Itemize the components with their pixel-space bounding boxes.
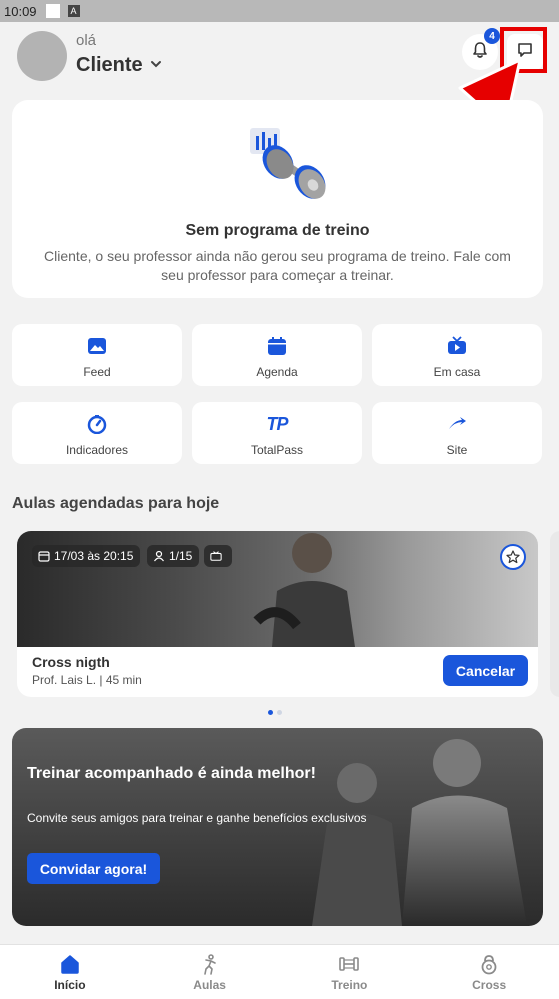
status-bar: 10:09 A [0,0,559,22]
class-photo: 17/03 às 20:15 1/15 [17,531,538,647]
app-notification-icon: A [67,5,80,17]
calendar-icon [38,551,50,562]
dumbbell-icon [280,953,420,975]
person-exercise-icon [140,953,280,975]
invite-now-button[interactable]: Convidar agora! [27,853,160,884]
shortcut-label: Agenda [256,365,298,379]
shortcut-indicadores[interactable]: Indicadores [12,402,182,464]
class-datetime: 17/03 às 20:15 [54,549,134,563]
carousel-dot-active[interactable] [268,710,273,715]
totalpass-logo-icon: TP [192,411,362,437]
class-capacity-chip: 1/15 [147,545,199,567]
class-online-chip [204,545,232,567]
class-capacity: 1/15 [169,549,193,563]
athlete-photo [253,533,355,647]
nav-item-aulas[interactable]: Aulas [140,945,280,999]
class-name: Cross nigth [32,654,110,670]
image-icon [12,333,182,359]
user-selector[interactable]: Cliente [76,54,163,77]
nav-item-cross[interactable]: Cross [419,945,559,999]
nav-label: Treino [331,978,368,992]
totalpass-logo-text: TP [266,413,288,434]
avatar[interactable] [17,31,67,81]
promo-title: Treinar acompanhado é ainda melhor! [27,765,316,782]
shortcut-label: Em casa [433,365,481,379]
greeting: olá [76,32,97,49]
next-class-card-peek[interactable] [550,531,559,697]
gauge-icon [12,411,182,437]
empty-program-title: Sem programa de treino [185,222,370,239]
annotation-highlight-box [500,27,547,73]
external-arrow-icon [372,411,542,437]
workout-partners-photo [312,739,527,926]
class-datetime-chip: 17/03 às 20:15 [32,545,140,567]
carousel-dot[interactable] [277,710,282,715]
class-card[interactable]: 17/03 às 20:15 1/15 Cross nigth Prof. La… [17,531,538,697]
person-icon [154,550,164,562]
shortcut-label: TotalPass [250,443,304,457]
nav-item-inicio[interactable]: Início [0,945,140,999]
bottom-navigation: Início Aulas Treino Cross [0,944,559,999]
nav-item-treino[interactable]: Treino [280,945,420,999]
nav-label: Início [54,978,86,992]
shortcut-em-casa[interactable]: Em casa [372,324,542,386]
notification-square-icon [45,4,60,18]
shortcut-feed[interactable]: Feed [12,324,182,386]
favorite-button[interactable] [500,544,526,570]
shortcut-agenda[interactable]: Agenda [192,324,362,386]
home-icon [0,953,140,975]
calendar-icon [192,333,362,359]
shortcut-site[interactable]: Site [372,402,542,464]
tv-play-icon [372,333,542,359]
cancel-class-button[interactable]: Cancelar [443,655,528,686]
status-time: 10:09 [4,3,37,19]
class-meta: Prof. Lais L. | 45 min [32,673,142,687]
kettlebell-icon [419,953,559,975]
empty-program-card: Sem programa de treino Cliente, o seu pr… [12,100,543,298]
nav-label: Aulas [193,978,226,992]
bell-icon [471,41,489,64]
user-name: Cliente [76,54,143,76]
star-icon [506,550,520,564]
scheduled-classes-title: Aulas agendadas para hoje [12,495,220,512]
shortcut-label: Indicadores [65,443,129,457]
header: olá Cliente 4 [0,22,559,92]
shortcut-label: Feed [83,365,111,379]
empty-program-description: Cliente, o seu professor ainda não gerou… [44,248,511,283]
shortcut-label: Site [446,443,468,457]
nav-label: Cross [472,978,507,992]
dumbbell-illustration-icon [250,128,326,199]
carousel-pagination [268,710,282,715]
shortcut-totalpass[interactable]: TP TotalPass [192,402,362,464]
notification-badge: 4 [484,28,500,44]
invite-promo-banner: Treinar acompanhado é ainda melhor! Conv… [12,728,543,926]
promo-subtitle: Convite seus amigos para treinar e ganhe… [27,811,367,825]
tv-icon [210,551,222,561]
chevron-down-icon [149,54,163,77]
